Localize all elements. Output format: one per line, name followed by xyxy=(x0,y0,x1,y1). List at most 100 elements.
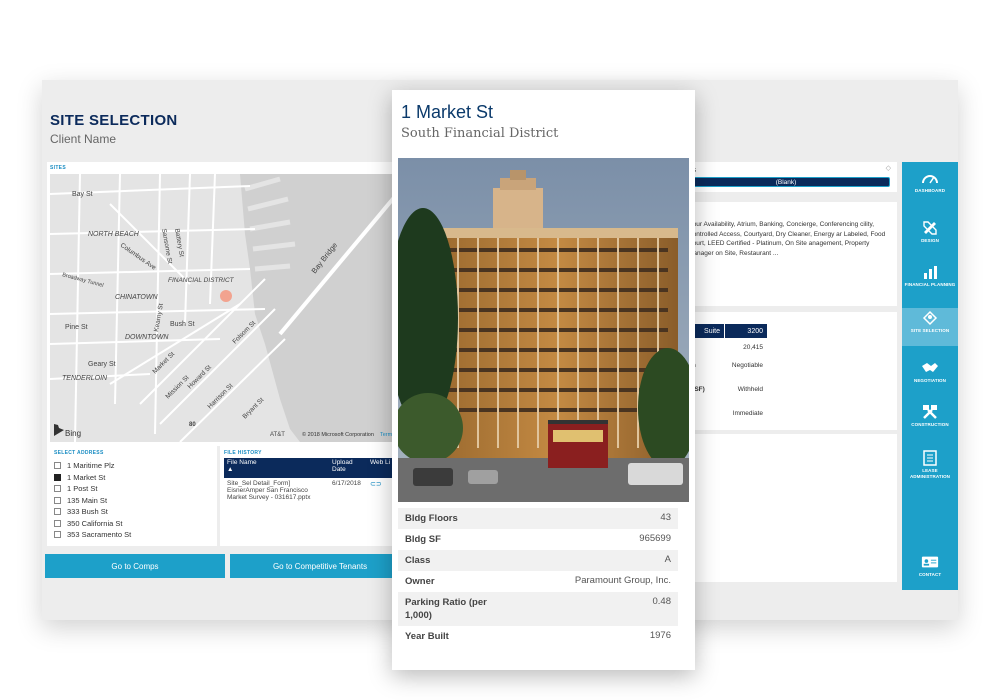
map-label-geary-st: Geary St xyxy=(88,361,116,368)
map-label-highway: 80 xyxy=(189,422,196,428)
selected-site-marker xyxy=(220,290,232,302)
address-item[interactable]: 1 Market St xyxy=(54,472,131,484)
map-label-bay-st: Bay St xyxy=(72,191,93,198)
ruler-pencil-icon xyxy=(921,220,939,236)
lease-header-number: 3200 xyxy=(724,324,767,338)
bar-chart-icon xyxy=(921,264,939,280)
detail-row: Bldg SF 965699 xyxy=(398,529,678,550)
address-checkbox[interactable] xyxy=(54,531,61,539)
nav-lease-administration[interactable]: LEASE ADMINISTRATION xyxy=(902,448,958,492)
property-district: South Financial District xyxy=(401,126,559,141)
column-header-file-name[interactable]: File Name ▲ xyxy=(224,458,329,478)
detail-label: Owner xyxy=(405,576,435,587)
column-header-upload-date[interactable]: Upload Date xyxy=(329,458,367,478)
map-label-downtown: DOWNTOWN xyxy=(125,334,169,341)
building-photo xyxy=(398,158,689,502)
property-name: 1 Market St xyxy=(401,102,494,122)
map-label-att: AT&T xyxy=(270,432,285,438)
bing-label: Bing xyxy=(65,429,81,438)
side-navigation: DASHBOARD DESIGN FINANCIAL PLANNING SITE… xyxy=(902,162,958,590)
property-detail-card: 1 Market St South Financial District Bld… xyxy=(392,90,695,670)
map-label-financial-district: FINANCIAL DISTRICT xyxy=(168,277,235,284)
address-label: 1 Post St xyxy=(67,484,98,494)
detail-label: Class xyxy=(405,555,431,566)
address-label: 135 Main St xyxy=(67,495,108,505)
address-list: 1 Maritime Plz 1 Market St 1 Post St 135 Ma… xyxy=(54,460,131,541)
select-address-panel: SELECT ADDRESS 1 Maritime Plz 1 Market St… xyxy=(47,446,217,546)
address-item[interactable]: 353 Sacramento St xyxy=(54,529,131,541)
map[interactable]: Bay St NORTH BEACH CHINATOWN FINANCIAL D… xyxy=(50,174,397,442)
detail-row: Owner Paramount Group, Inc. xyxy=(398,571,678,592)
tools-icon xyxy=(921,404,939,420)
link-icon[interactable]: ⊂⊃ xyxy=(370,481,382,488)
address-item[interactable]: 350 California St xyxy=(54,518,131,530)
stage: SITE SELECTION Client Name SITES Bay St … xyxy=(0,0,1000,700)
status-select[interactable]: (Blank) xyxy=(682,177,890,187)
file-history-label: FILE HISTORY xyxy=(224,450,262,456)
table-row[interactable]: Site_Sel Detail_Form] EisnerAmper San Fr… xyxy=(224,478,397,503)
address-checkbox[interactable] xyxy=(54,473,61,481)
address-item[interactable]: 333 Bush St xyxy=(54,506,131,518)
file-history-panel: FILE HISTORY File Name ▲ Upload Date Web … xyxy=(220,446,397,546)
file-history-table: File Name ▲ Upload Date Web Li Site_Sel D… xyxy=(224,458,397,503)
map-label-north-beach: NORTH BEACH xyxy=(88,231,140,238)
address-label: 333 Bush St xyxy=(67,507,108,517)
detail-label: Bldg Floors xyxy=(405,513,458,524)
detail-label: Bldg SF xyxy=(405,534,441,545)
nav-construction[interactable]: CONSTRUCTION xyxy=(902,402,958,438)
page-title: SITE SELECTION xyxy=(50,112,178,129)
sites-map-panel: SITES Bay St NORTH BEACH CHINATOWN FINAN… xyxy=(47,162,397,446)
map-label-tenderloin: TENDERLOIN xyxy=(62,375,108,382)
nav-financial-planning[interactable]: FINANCIAL PLANNING xyxy=(902,262,958,298)
address-label: 1 Market St xyxy=(67,472,106,482)
map-pin-icon xyxy=(921,310,939,326)
nav-contact[interactable]: CONTACT xyxy=(902,552,958,588)
address-item[interactable]: 1 Maritime Plz xyxy=(54,460,131,472)
nav-site-selection[interactable]: SITE SELECTION xyxy=(902,308,958,346)
address-checkbox[interactable] xyxy=(54,496,61,504)
nav-design[interactable]: DESIGN xyxy=(902,218,958,254)
detail-value: 1976 xyxy=(649,630,671,641)
gauge-icon xyxy=(921,170,939,186)
detail-value: 43 xyxy=(660,512,671,523)
detail-label: Year Built xyxy=(405,631,449,642)
address-checkbox[interactable] xyxy=(54,462,61,470)
address-item[interactable]: 135 Main St xyxy=(54,495,131,507)
address-checkbox[interactable] xyxy=(54,508,61,516)
address-label: 350 California St xyxy=(67,518,123,528)
address-label: 353 Sacramento St xyxy=(67,530,132,540)
map-canvas[interactable]: Bay St NORTH BEACH CHINATOWN FINANCIAL D… xyxy=(50,174,397,442)
detail-value: A xyxy=(664,554,671,565)
sites-label: SITES xyxy=(50,165,66,171)
address-item[interactable]: 1 Post St xyxy=(54,483,131,495)
address-checkbox[interactable] xyxy=(54,519,61,527)
file-name-cell[interactable]: Site_Sel Detail_Form] EisnerAmper San Fr… xyxy=(224,478,329,503)
detail-label: Parking Ratio (per 1,000) xyxy=(405,597,487,621)
detail-row: Bldg Floors 43 xyxy=(398,508,678,529)
nav-dashboard[interactable]: DASHBOARD xyxy=(902,168,958,204)
map-attribution: © 2018 Microsoft Corporation xyxy=(302,431,374,438)
detail-value: 965699 xyxy=(639,533,671,544)
document-icon xyxy=(921,450,939,466)
detail-row: Class A xyxy=(398,550,678,571)
amenities-text: Hour Availability, Atrium, Banking, Conc… xyxy=(688,221,886,257)
property-details: Bldg Floors 43 Bldg SF 965699 Class A Owner Par… xyxy=(398,508,678,647)
eraser-icon[interactable]: ◇ xyxy=(886,164,891,172)
select-address-label: SELECT ADDRESS xyxy=(54,450,104,456)
address-label: 1 Maritime Plz xyxy=(67,461,115,471)
detail-value: 0.48 xyxy=(652,596,672,607)
handshake-icon xyxy=(921,360,939,376)
nav-negotiation[interactable]: NEGOTIATION xyxy=(902,358,958,394)
map-label-chinatown: CHINATOWN xyxy=(115,294,158,301)
go-to-competitive-tenants-button[interactable]: Go to Competitive Tenants xyxy=(230,554,410,578)
detail-row: Year Built 1976 xyxy=(398,626,678,647)
contact-card-icon xyxy=(921,554,939,570)
detail-value: Paramount Group, Inc. xyxy=(574,575,671,586)
upload-date-cell: 6/17/2018 xyxy=(332,480,361,487)
go-to-comps-button[interactable]: Go to Comps xyxy=(45,554,225,578)
map-label-pine-st: Pine St xyxy=(65,324,88,331)
address-checkbox[interactable] xyxy=(54,485,61,493)
map-label-bush-st: Bush St xyxy=(170,321,195,328)
client-name: Client Name xyxy=(50,132,117,146)
detail-row: Parking Ratio (per 1,000) 0.48 xyxy=(398,592,678,626)
